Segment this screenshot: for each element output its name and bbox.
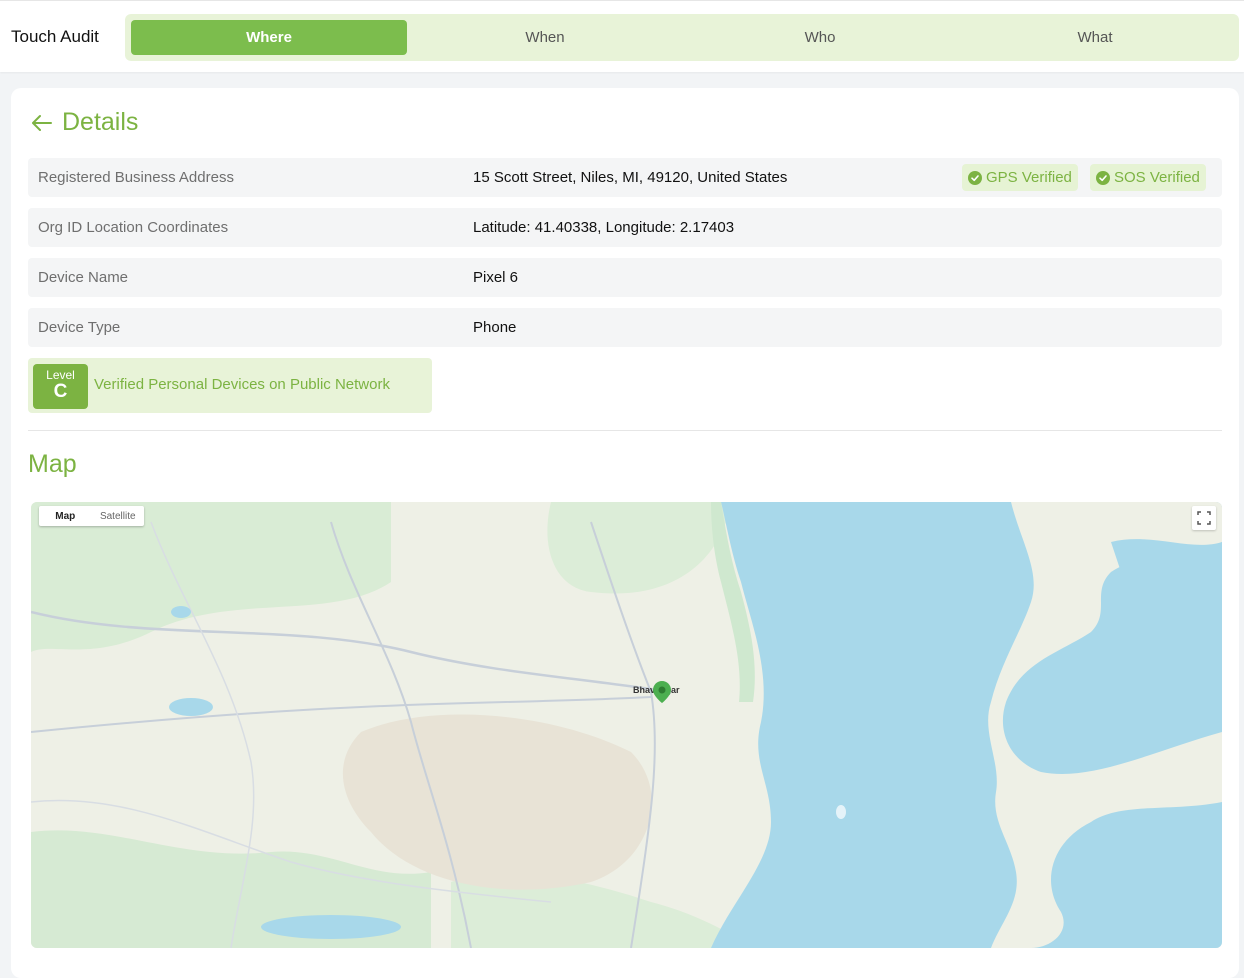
map-type-map[interactable]: Map	[39, 506, 92, 526]
detail-row-device-type: Device Type Phone	[28, 308, 1222, 347]
fullscreen-icon[interactable]	[1192, 506, 1216, 530]
level-label: Level	[46, 368, 75, 382]
tab-what[interactable]: What	[957, 20, 1233, 55]
divider	[28, 430, 1222, 431]
map-title: Map	[28, 450, 77, 478]
level-value: C	[53, 381, 68, 402]
page-title: Details	[62, 108, 139, 136]
row-value: Phone	[473, 319, 517, 336]
tab-where[interactable]: Where	[131, 20, 407, 55]
map-type-satellite[interactable]: Satellite	[92, 506, 145, 526]
tab-when[interactable]: When	[407, 20, 683, 55]
detail-row-coordinates: Org ID Location Coordinates Latitude: 41…	[28, 208, 1222, 247]
row-label: Org ID Location Coordinates	[38, 219, 229, 236]
check-circle-icon	[1096, 170, 1110, 185]
level-indicator: Level C Verified Personal Devices on Pub…	[28, 358, 432, 413]
details-card: Details Registered Business Address 15 S…	[11, 88, 1239, 978]
row-label: Device Name	[38, 269, 129, 286]
row-label: Device Type	[38, 319, 121, 336]
map-view[interactable]: Map Satellite Bhavnagar	[31, 502, 1222, 948]
top-bar: Touch Audit Where When Who What	[0, 0, 1244, 72]
tab-who[interactable]: Who	[682, 20, 958, 55]
badge-label: GPS Verified	[986, 169, 1072, 186]
detail-row-address: Registered Business Address 15 Scott Str…	[28, 158, 1222, 197]
sos-verified-badge: SOS Verified	[1090, 164, 1206, 191]
row-value: Pixel 6	[473, 269, 519, 286]
row-label: Registered Business Address	[38, 169, 234, 186]
location-pin-icon[interactable]	[653, 681, 671, 703]
app-title: Touch Audit	[11, 27, 99, 46]
gps-verified-badge: GPS Verified	[962, 164, 1078, 191]
map-canvas[interactable]	[31, 502, 1222, 948]
back-arrow-icon[interactable]	[29, 110, 55, 136]
check-circle-icon	[968, 170, 982, 185]
level-description: Verified Personal Devices on Public Netw…	[94, 376, 390, 393]
detail-row-device-name: Device Name Pixel 6	[28, 258, 1222, 297]
row-value: Latitude: 41.40338, Longitude: 2.17403	[473, 219, 735, 236]
tab-bar: Where When Who What	[125, 14, 1239, 61]
badge-label: SOS Verified	[1114, 169, 1200, 186]
level-chip: Level C	[33, 364, 88, 409]
row-value: 15 Scott Street, Niles, MI, 49120, Unite…	[473, 169, 788, 186]
map-type-toggle: Map Satellite	[39, 506, 144, 526]
